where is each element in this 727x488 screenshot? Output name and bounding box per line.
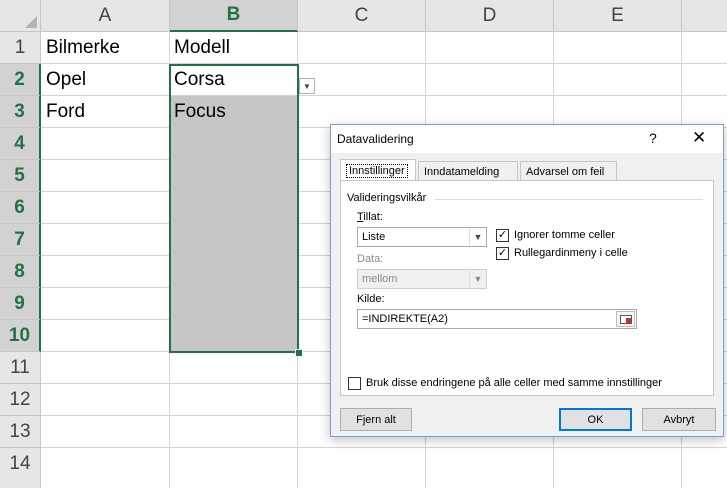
- clear-all-button[interactable]: Fjern alt: [340, 408, 412, 431]
- row-header-10[interactable]: 10: [0, 320, 41, 352]
- row-header-1[interactable]: 1: [0, 32, 41, 64]
- data-label: Data:: [357, 253, 384, 265]
- row-header-6[interactable]: 6: [0, 192, 41, 224]
- cell-b1[interactable]: Modell: [169, 32, 297, 63]
- allow-select[interactable]: Liste ▼: [357, 227, 487, 247]
- column-header-d[interactable]: D: [426, 0, 554, 32]
- cancel-button[interactable]: Avbryt: [642, 408, 716, 431]
- help-button[interactable]: ?: [649, 130, 657, 146]
- column-header-b[interactable]: B: [170, 0, 298, 32]
- apply-all-label[interactable]: Bruk disse endringene på alle celler med…: [366, 377, 662, 389]
- incell-dropdown-label[interactable]: Rullegardinmeny i celle: [514, 247, 628, 259]
- row-header-14[interactable]: 14: [0, 448, 41, 488]
- data-value: mellom: [362, 273, 398, 285]
- close-icon[interactable]: ✕: [692, 128, 706, 148]
- row-header-8[interactable]: 8: [0, 256, 41, 288]
- data-select: mellom ▼: [357, 269, 487, 289]
- source-input[interactable]: =INDIREKTE(A2): [357, 309, 637, 329]
- incell-dropdown-checkbox[interactable]: ✓: [496, 247, 509, 260]
- range-select-icon[interactable]: [616, 311, 635, 327]
- tab-settings[interactable]: Innstillinger: [340, 159, 416, 181]
- source-label: Kilde:: [357, 293, 385, 305]
- ignore-blank-checkbox[interactable]: ✓: [496, 229, 509, 242]
- chevron-down-icon: ▼: [303, 81, 311, 91]
- allow-value: Liste: [362, 231, 386, 243]
- source-value: =INDIREKTE(A2): [362, 313, 448, 325]
- chevron-down-icon: ▼: [469, 270, 486, 288]
- ok-button[interactable]: OK: [559, 408, 632, 431]
- dialog-titlebar[interactable]: Datavalidering ? ✕: [331, 125, 723, 153]
- row-header-7[interactable]: 7: [0, 224, 41, 256]
- chevron-down-icon: ▼: [469, 228, 486, 246]
- row-header-5[interactable]: 5: [0, 160, 41, 192]
- fill-handle[interactable]: [295, 349, 303, 357]
- column-header-a[interactable]: A: [41, 0, 170, 32]
- row-header-9[interactable]: 9: [0, 288, 41, 320]
- cell-a2[interactable]: Opel: [41, 64, 169, 95]
- column-header-c[interactable]: C: [298, 0, 426, 32]
- column-header-f-partial[interactable]: [682, 0, 727, 32]
- cell-a1[interactable]: Bilmerke: [41, 32, 169, 63]
- ignore-blank-label[interactable]: Ignorer tomme celler: [514, 229, 615, 241]
- dialog-title: Datavalidering: [337, 132, 414, 146]
- row-header-11[interactable]: 11: [0, 352, 41, 384]
- apply-all-checkbox[interactable]: [348, 377, 361, 390]
- row-header-12[interactable]: 12: [0, 384, 41, 416]
- row-header-2[interactable]: 2: [0, 64, 41, 96]
- column-header-e[interactable]: E: [554, 0, 682, 32]
- row-header-13[interactable]: 13: [0, 416, 41, 448]
- row-header-3[interactable]: 3: [0, 96, 41, 128]
- tab-error-alert[interactable]: Advarsel om feil: [520, 161, 617, 181]
- select-all-corner[interactable]: [0, 0, 41, 32]
- validation-criteria-group-label: Valideringsvilkår: [347, 192, 427, 204]
- allow-label-text: illat:: [363, 211, 383, 223]
- gridline: [41, 447, 727, 448]
- cell-dropdown-button[interactable]: ▼: [299, 78, 315, 94]
- data-validation-dialog: Datavalidering ? ✕ Innstillinger Inndata…: [330, 124, 724, 437]
- row-header-4[interactable]: 4: [0, 128, 41, 160]
- group-divider: [435, 199, 703, 200]
- selection-border: [169, 64, 299, 353]
- select-all-triangle-icon: [25, 16, 37, 28]
- tab-input-message[interactable]: Inndatamelding: [418, 161, 518, 181]
- allow-label: Tillat:: [357, 211, 383, 223]
- settings-panel: Valideringsvilkår Tillat: Liste ▼ ✓ Igno…: [340, 180, 714, 396]
- cell-a3[interactable]: Ford: [41, 96, 169, 127]
